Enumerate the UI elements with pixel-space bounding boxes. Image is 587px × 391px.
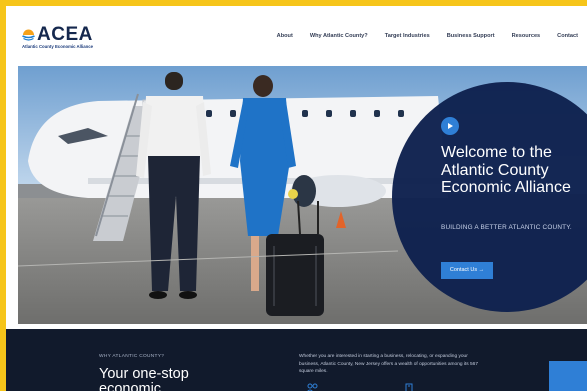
why-atlantic-section: WHY ATLANTIC COUNTY? Your one-stop econo… [6,329,587,391]
nav-contact[interactable]: Contact [557,33,578,39]
brand-name: ACEA [37,24,93,45]
site-header: ACEA Atlantic County Economic Alliance A… [6,6,587,64]
brand-tagline: Atlantic County Economic Alliance [22,44,93,49]
section-eyebrow: WHY ATLANTIC COUNTY? [99,354,165,359]
hero-section: Welcome to the Atlantic County Economic … [18,66,587,324]
acea-logo[interactable]: ACEA Atlantic County Economic Alliance [21,24,101,49]
people-icon [307,383,318,391]
website-page: ACEA Atlantic County Economic Alliance A… [6,6,587,391]
nav-why-atlantic-county[interactable]: Why Atlantic County? [310,33,368,39]
nav-about[interactable]: About [277,33,293,39]
hero-title: Welcome to the Atlantic County Economic … [441,144,571,196]
section-body: Whether you are interested in starting a… [299,354,479,375]
sun-logo-icon [22,29,35,41]
main-nav: About Why Atlantic County? Target Indust… [277,33,578,39]
nav-target-industries[interactable]: Target Industries [385,33,430,39]
side-contact-tab[interactable] [549,361,587,391]
building-icon [405,383,413,391]
contact-us-button[interactable]: Contact Us → [441,262,493,279]
nav-business-support[interactable]: Business Support [447,33,495,39]
section-heading: Your one-stop economic [99,366,189,391]
play-video-button[interactable] [441,117,459,135]
hero-subtitle: BUILDING A BETTER ATLANTIC COUNTY. [441,224,572,231]
play-icon [448,122,453,129]
nav-resources[interactable]: Resources [512,33,541,39]
